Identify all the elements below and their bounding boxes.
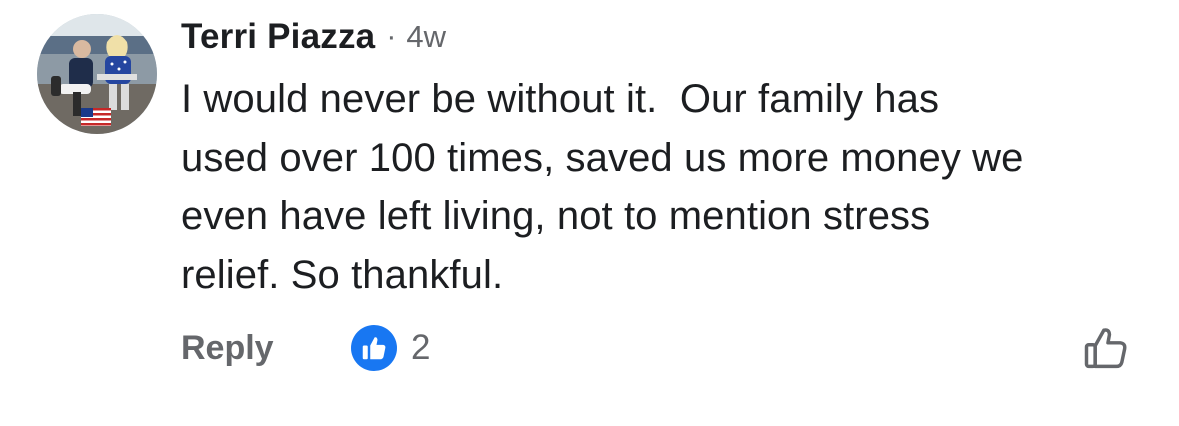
avatar-photo-icon (37, 14, 157, 134)
reply-button[interactable]: Reply (181, 327, 274, 369)
comment-header: Terri Piazza · 4w (181, 14, 446, 60)
avatar[interactable] (37, 14, 157, 134)
reaction-count: 2 (411, 328, 431, 367)
thumbs-up-reaction-icon (351, 325, 397, 371)
author-name[interactable]: Terri Piazza (181, 17, 375, 57)
meta-separator: · (386, 20, 397, 53)
timestamp[interactable]: 4w (406, 19, 446, 55)
comment-text: I would never be without it. Our family … (181, 77, 1024, 297)
comment: Terri Piazza · 4w I would never be witho… (0, 0, 1179, 426)
thumbs-up-outline-icon[interactable] (1080, 322, 1132, 374)
reaction-summary[interactable]: 2 (351, 325, 430, 371)
